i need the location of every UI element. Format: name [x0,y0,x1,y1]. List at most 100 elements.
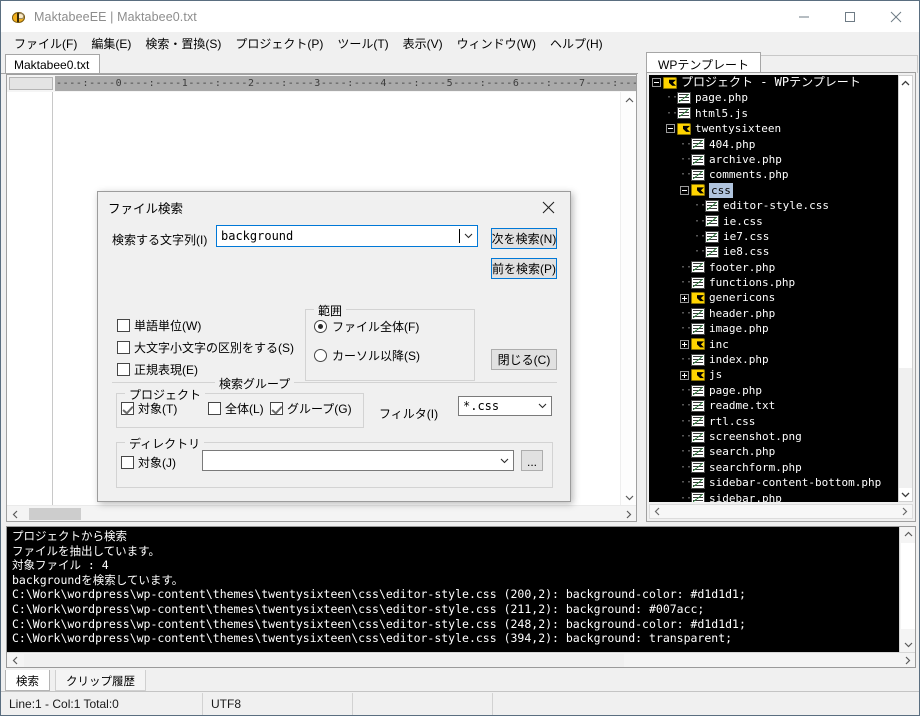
checkbox-project-target[interactable] [121,402,134,415]
tree-item[interactable]: ··· editor-style.css [649,198,898,213]
bottom-tab-clip-history[interactable]: クリップ履歴 [55,670,146,691]
option-whole-word[interactable]: 単語単位(W) [117,317,201,334]
close-button[interactable] [873,1,919,32]
expand-icon[interactable] [680,370,689,380]
tree-item[interactable]: ··· sidebar.php [649,491,898,502]
bottom-tab-search[interactable]: 検索 [5,670,50,691]
checkbox-match-case[interactable] [117,341,130,354]
tree-item[interactable]: プロジェクト - WPテンプレート [649,75,898,90]
checkbox-regex[interactable] [117,363,130,376]
chevron-up-icon[interactable] [899,76,912,90]
scope-whole-file[interactable]: ファイル全体(F) [314,318,419,335]
menu-edit[interactable]: 編集(E) [84,32,138,55]
chevron-down-icon[interactable] [534,397,551,415]
editor-hscroll-thumb[interactable] [29,508,81,520]
menu-help[interactable]: ヘルプ(H) [543,32,610,55]
tree-item[interactable]: ··· ie7.css [649,229,898,244]
tree-item[interactable]: css [649,182,898,199]
tree-item[interactable]: ··· sidebar-content-bottom.php [649,475,898,490]
find-previous-button[interactable]: 前を検索(P) [491,258,557,279]
directory-browse-button[interactable]: ... [521,450,543,471]
console-horizontal-scrollbar[interactable] [7,652,915,667]
chevron-down-icon[interactable] [899,487,912,501]
chevron-right-icon[interactable] [898,505,911,518]
menu-file[interactable]: ファイル(F) [7,32,84,55]
tree-item[interactable]: ··· readme.txt [649,398,898,413]
menu-search-replace[interactable]: 検索・置換(S) [138,32,228,55]
menu-project[interactable]: プロジェクト(P) [228,32,330,55]
project-target[interactable]: 対象(T) [121,400,177,417]
checkbox-whole-word[interactable] [117,319,130,332]
console-output-text[interactable]: プロジェクトから検索 ファイルを抽出しています。 対象ファイル : 4 back… [12,529,898,651]
radio-from-cursor[interactable] [314,349,327,362]
tree-item[interactable]: ··· 404.php [649,137,898,152]
chevron-up-icon[interactable] [900,528,915,541]
chevron-left-icon[interactable] [651,505,664,518]
tree-item[interactable]: ··· html5.js [649,106,898,121]
chevron-left-icon[interactable] [9,654,21,666]
checkbox-project-all[interactable] [208,402,221,415]
tree-item[interactable]: ··· searchform.php [649,460,898,475]
menu-window[interactable]: ウィンドウ(W) [450,32,543,55]
project-all[interactable]: 全体(L) [208,400,264,417]
collapse-icon[interactable] [666,124,675,134]
tree-item[interactable]: ··· screenshot.png [649,429,898,444]
tree-item[interactable]: ··· footer.php [649,260,898,275]
find-next-button[interactable]: 次を検索(N) [491,228,557,249]
expand-icon[interactable] [680,339,689,349]
checkbox-directory-target[interactable] [121,456,134,469]
filter-input[interactable]: *.css [458,396,552,416]
collapse-icon[interactable] [652,78,661,88]
directory-target[interactable]: 対象(J) [121,454,176,471]
tree-vertical-scrollbar[interactable] [898,75,913,502]
project-tree-view[interactable]: プロジェクト - WPテンプレート ··· page.php ··· html5.js t… [649,75,898,502]
tab-wp-template[interactable]: WPテンプレート [646,52,761,73]
dialog-close-button[interactable]: 閉じる(C) [491,349,557,370]
chevron-left-icon[interactable] [9,508,21,520]
editor-horizontal-scrollbar[interactable] [7,505,636,521]
console-hscroll-thumb[interactable] [24,654,624,667]
chevron-down-icon[interactable] [621,491,636,503]
tree-item[interactable]: ··· page.php [649,90,898,105]
chevron-down-icon[interactable] [496,451,513,470]
document-tab-maktabee0[interactable]: Maktabee0.txt [5,54,101,74]
tree-item[interactable]: ··· ie.css [649,214,898,229]
tree-item[interactable]: ··· functions.php [649,275,898,290]
console-vscroll-thumb[interactable] [901,543,915,629]
directory-input[interactable] [202,450,514,471]
tree-item[interactable]: js [649,367,898,382]
close-icon[interactable] [526,192,570,222]
checkbox-project-group[interactable] [270,402,283,415]
chevron-right-icon[interactable] [622,508,634,520]
tree-item[interactable]: ··· page.php [649,383,898,398]
option-regex[interactable]: 正規表現(E) [117,361,198,378]
expand-icon[interactable] [680,293,689,303]
editor-vertical-scrollbar[interactable] [620,92,636,505]
menu-view[interactable]: 表示(V) [396,32,450,55]
option-match-case[interactable]: 大文字小文字の区別をする(S) [117,339,294,356]
chevron-right-icon[interactable] [901,654,913,666]
tree-item[interactable]: ··· search.php [649,444,898,459]
chevron-down-icon[interactable] [460,226,477,246]
tree-item[interactable]: ··· index.php [649,352,898,367]
tree-item[interactable]: genericons [649,290,898,305]
tree-item[interactable]: ··· rtl.css [649,414,898,429]
menu-tools[interactable]: ツール(T) [330,32,395,55]
tree-item[interactable]: ··· header.php [649,306,898,321]
tree-item[interactable]: ··· ie8.css [649,244,898,259]
chevron-up-icon[interactable] [621,94,636,106]
tree-item[interactable]: ··· comments.php [649,167,898,182]
tree-item[interactable]: ··· archive.php [649,152,898,167]
console-vertical-scrollbar[interactable] [899,527,915,652]
search-string-input[interactable]: background [216,225,478,247]
tree-item[interactable]: twentysixteen [649,121,898,136]
tree-item[interactable]: ··· image.php [649,321,898,336]
collapse-icon[interactable] [680,185,689,195]
project-group-opt[interactable]: グループ(G) [270,400,352,417]
tree-horizontal-scrollbar[interactable] [649,504,913,519]
scope-from-cursor[interactable]: カーソル以降(S) [314,347,420,364]
minimize-button[interactable] [781,1,827,32]
tree-vscroll-thumb[interactable] [899,90,912,368]
maximize-button[interactable] [827,1,873,32]
chevron-down-icon[interactable] [900,638,915,651]
